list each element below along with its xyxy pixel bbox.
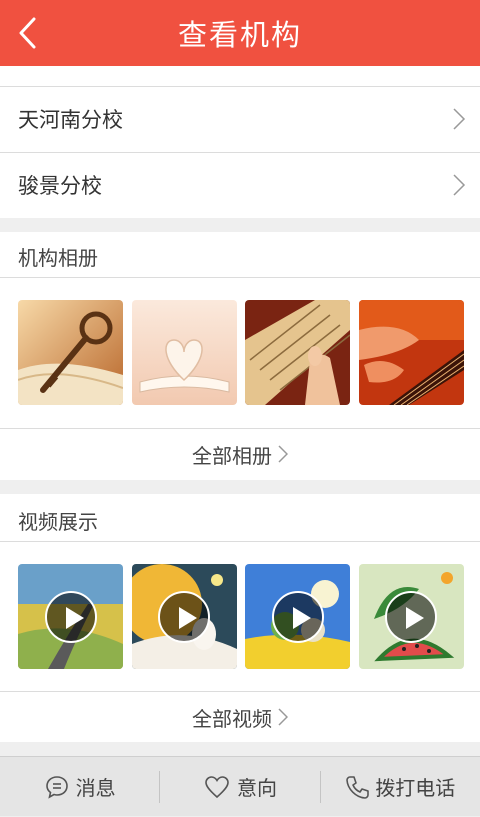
all-albums-button[interactable]: 全部相册	[0, 429, 480, 479]
branch-name: 天河南分校	[18, 108, 123, 132]
call-button[interactable]: 拨打电话	[321, 757, 480, 817]
bottom-action-bar: 消息 意向 拨打电话	[0, 756, 480, 816]
chevron-right-icon	[453, 174, 466, 196]
video-title: 视频展示	[18, 510, 98, 534]
album-photo[interactable]	[18, 300, 123, 405]
album-photo[interactable]	[358, 300, 464, 405]
play-icon	[271, 590, 324, 643]
key-on-book-image	[18, 300, 123, 405]
guitar-hand-red-image	[358, 300, 464, 405]
intent-button[interactable]: 意向	[160, 757, 319, 817]
video-item[interactable]	[358, 564, 464, 669]
video-item[interactable]	[131, 564, 237, 669]
chevron-right-icon	[278, 708, 288, 726]
chat-bubble-icon	[45, 775, 68, 799]
intent-label: 意向	[236, 776, 277, 800]
video-section: 视频展示 全部视频	[0, 494, 480, 742]
all-albums-label: 全部相册	[192, 443, 272, 468]
heart-book-image	[131, 300, 237, 405]
app-header: 查看机构	[0, 0, 480, 66]
album-title: 机构相册	[18, 246, 98, 270]
branch-list: 天河南分校 骏景分校	[0, 66, 480, 218]
branch-item[interactable]: 天河南分校	[0, 87, 480, 151]
video-thumbnails	[18, 564, 464, 669]
message-button[interactable]: 消息	[0, 757, 159, 817]
album-thumbnails	[18, 300, 464, 405]
divider	[0, 541, 480, 542]
call-label: 拨打电话	[375, 776, 456, 800]
all-videos-label: 全部视频	[192, 706, 272, 731]
chevron-left-icon	[19, 17, 36, 49]
video-item[interactable]	[18, 564, 123, 669]
phone-icon	[346, 775, 370, 799]
divider	[0, 277, 480, 278]
heart-icon	[205, 775, 229, 798]
all-videos-button[interactable]: 全部视频	[0, 692, 480, 742]
guitar-fingers-image	[245, 300, 351, 405]
play-icon	[44, 590, 97, 643]
chevron-right-icon	[453, 108, 466, 130]
branch-item[interactable]: 骏景分校	[0, 153, 480, 217]
chevron-right-icon	[278, 445, 288, 463]
page-title: 查看机构	[177, 18, 302, 52]
play-icon	[385, 590, 438, 643]
message-label: 消息	[75, 776, 116, 800]
album-photo[interactable]	[245, 300, 351, 405]
album-section: 机构相册 全部相册	[0, 232, 480, 480]
album-photo[interactable]	[131, 300, 237, 405]
play-icon	[158, 590, 211, 643]
branch-name: 骏景分校	[18, 174, 102, 198]
video-item[interactable]	[245, 564, 351, 669]
back-button[interactable]	[12, 13, 52, 53]
